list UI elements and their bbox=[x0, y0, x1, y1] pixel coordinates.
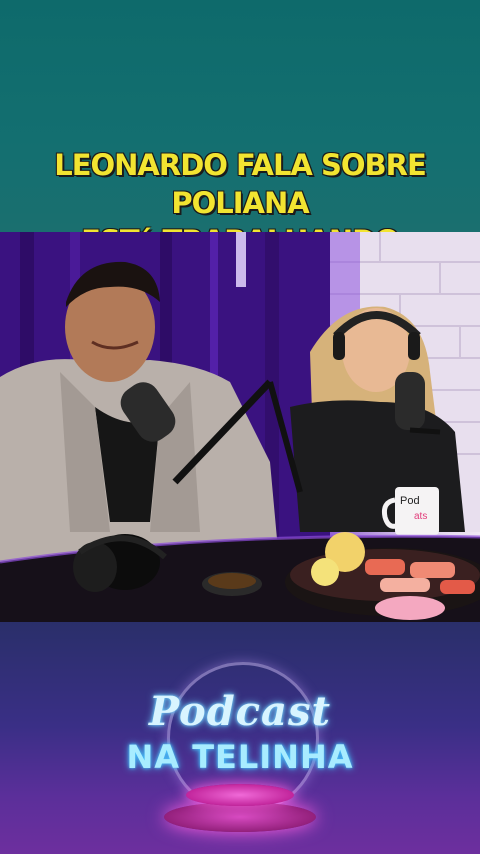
logo-podcast-word: Podcast bbox=[149, 688, 331, 735]
mug-text-bottom: ats bbox=[414, 511, 427, 522]
logo-stage-base bbox=[164, 802, 316, 832]
logo-telinha-word: NA TELINHA bbox=[126, 738, 354, 776]
video-scene: Pod ats bbox=[0, 232, 480, 622]
mug-text-top: Pod bbox=[400, 495, 420, 507]
video-frame[interactable]: Pod ats bbox=[0, 232, 480, 622]
logo-stage-top bbox=[186, 784, 294, 806]
caption-line-1: LEONARDO FALA SOBRE POLIANA bbox=[54, 148, 427, 220]
light-strip bbox=[236, 232, 246, 287]
